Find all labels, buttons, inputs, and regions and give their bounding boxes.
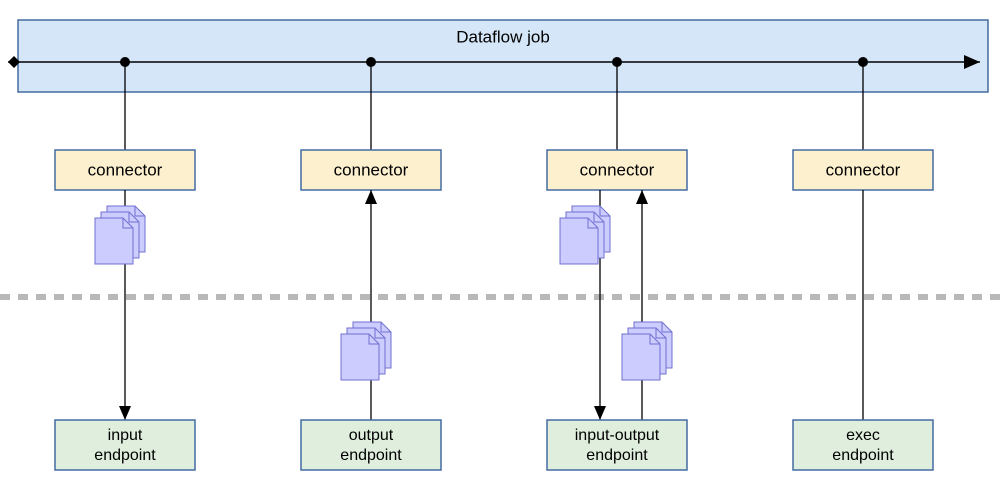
connector-box: connector [55, 150, 195, 190]
connector-box: connector [301, 150, 441, 190]
endpoint-box: exec endpoint [793, 420, 933, 470]
arrowhead-down-icon [594, 406, 606, 420]
dataflow-job-title: Dataflow job [456, 27, 550, 46]
arrowhead-up-icon [636, 190, 648, 204]
endpoint-box: output endpoint [301, 420, 441, 470]
diagram-canvas: Dataflow job connector connector connect… [0, 0, 1000, 500]
endpoint-label-line1: input-output [575, 427, 660, 444]
endpoint-box: input-output endpoint [547, 420, 687, 470]
arrowhead-down-icon [119, 406, 131, 420]
connector-label: connector [88, 160, 163, 179]
endpoint-label-line1: exec [846, 427, 880, 444]
endpoint-label-line2: endpoint [586, 447, 648, 464]
arrowhead-up-icon [365, 190, 377, 204]
endpoint-box: input endpoint [55, 420, 195, 470]
endpoint-label-line1: input [108, 427, 143, 444]
connector-label: connector [334, 160, 409, 179]
documents-icon [341, 322, 391, 380]
documents-icon [95, 206, 145, 264]
endpoint-label-line2: endpoint [832, 447, 894, 464]
endpoint-label-line1: output [349, 427, 394, 444]
connector-box: connector [793, 150, 933, 190]
connector-box: connector [547, 150, 687, 190]
documents-icon [622, 322, 672, 380]
endpoint-label-line2: endpoint [340, 447, 402, 464]
connector-label: connector [826, 160, 901, 179]
documents-icon [560, 206, 610, 264]
endpoint-label-line2: endpoint [94, 447, 156, 464]
connector-label: connector [580, 160, 655, 179]
